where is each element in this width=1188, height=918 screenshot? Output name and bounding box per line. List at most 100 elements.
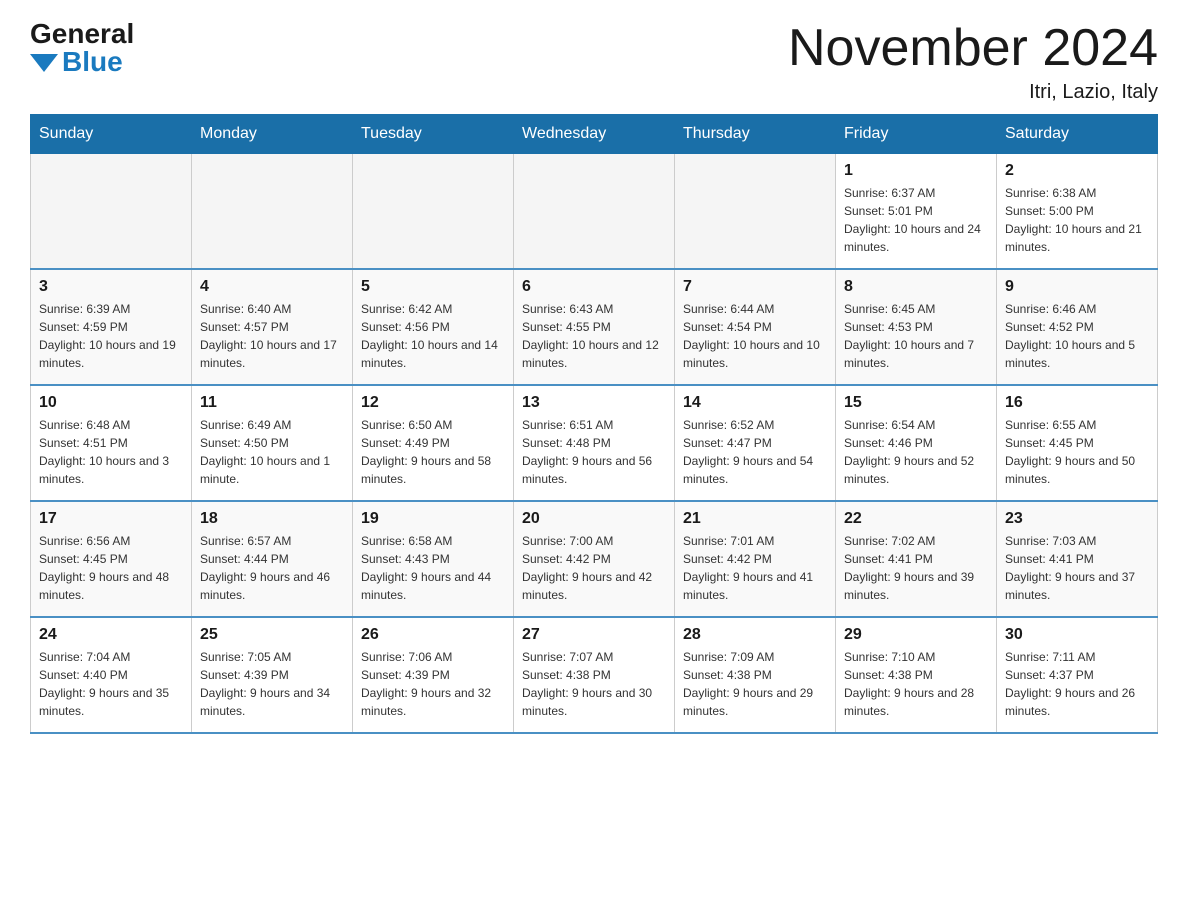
day-number: 13 [522, 394, 666, 412]
calendar-day-cell: 16Sunrise: 6:55 AM Sunset: 4:45 PM Dayli… [997, 385, 1158, 501]
day-info: Sunrise: 6:50 AM Sunset: 4:49 PM Dayligh… [361, 416, 505, 488]
day-number: 2 [1005, 162, 1149, 180]
day-info: Sunrise: 7:07 AM Sunset: 4:38 PM Dayligh… [522, 648, 666, 720]
day-info: Sunrise: 6:58 AM Sunset: 4:43 PM Dayligh… [361, 532, 505, 604]
day-info: Sunrise: 6:37 AM Sunset: 5:01 PM Dayligh… [844, 184, 988, 256]
logo: General Blue [30, 20, 134, 76]
weekday-header-row: SundayMondayTuesdayWednesdayThursdayFrid… [31, 115, 1158, 154]
day-info: Sunrise: 6:57 AM Sunset: 4:44 PM Dayligh… [200, 532, 344, 604]
day-info: Sunrise: 6:52 AM Sunset: 4:47 PM Dayligh… [683, 416, 827, 488]
weekday-header-thursday: Thursday [675, 115, 836, 154]
day-number: 28 [683, 626, 827, 644]
calendar-day-cell [675, 154, 836, 270]
day-info: Sunrise: 7:01 AM Sunset: 4:42 PM Dayligh… [683, 532, 827, 604]
day-info: Sunrise: 7:03 AM Sunset: 4:41 PM Dayligh… [1005, 532, 1149, 604]
calendar-day-cell [31, 154, 192, 270]
calendar-day-cell: 2 Sunrise: 6:38 AM Sunset: 5:00 PM Daylig… [997, 154, 1158, 270]
day-number: 29 [844, 626, 988, 644]
calendar-day-cell: 6 Sunrise: 6:43 AM Sunset: 4:55 PM Daylig… [514, 269, 675, 385]
calendar-day-cell: 9 Sunrise: 6:46 AM Sunset: 4:52 PM Daylig… [997, 269, 1158, 385]
day-number: 8 [844, 278, 988, 296]
calendar-day-cell: 25 Sunrise: 7:05 AM Sunset: 4:39 PM Dayli… [192, 617, 353, 733]
weekday-header-sunday: Sunday [31, 115, 192, 154]
calendar-day-cell: 21 Sunrise: 7:01 AM Sunset: 4:42 PM Dayli… [675, 501, 836, 617]
calendar-day-cell: 13 Sunrise: 6:51 AM Sunset: 4:48 PM Dayli… [514, 385, 675, 501]
logo-arrow-icon [30, 54, 58, 72]
day-number: 3 [39, 278, 183, 296]
calendar-day-cell: 1Sunrise: 6:37 AM Sunset: 5:01 PM Daylig… [836, 154, 997, 270]
day-number: 9 [1005, 278, 1149, 296]
day-number: 19 [361, 510, 505, 528]
day-info: Sunrise: 7:09 AM Sunset: 4:38 PM Dayligh… [683, 648, 827, 720]
calendar-day-cell: 22 Sunrise: 7:02 AM Sunset: 4:41 PM Dayli… [836, 501, 997, 617]
logo-general-text: General [30, 20, 134, 48]
day-info: Sunrise: 7:02 AM Sunset: 4:41 PM Dayligh… [844, 532, 988, 604]
calendar-week-row: 10Sunrise: 6:48 AM Sunset: 4:51 PM Dayli… [31, 385, 1158, 501]
day-number: 15 [844, 394, 988, 412]
calendar-day-cell [353, 154, 514, 270]
day-info: Sunrise: 6:44 AM Sunset: 4:54 PM Dayligh… [683, 300, 827, 372]
calendar-day-cell: 30 Sunrise: 7:11 AM Sunset: 4:37 PM Dayli… [997, 617, 1158, 733]
day-number: 24 [39, 626, 183, 644]
day-info: Sunrise: 6:49 AM Sunset: 4:50 PM Dayligh… [200, 416, 344, 488]
calendar-subtitle: Itri, Lazio, Italy [788, 81, 1158, 104]
day-info: Sunrise: 6:40 AM Sunset: 4:57 PM Dayligh… [200, 300, 344, 372]
day-info: Sunrise: 6:39 AM Sunset: 4:59 PM Dayligh… [39, 300, 183, 372]
weekday-header-wednesday: Wednesday [514, 115, 675, 154]
day-info: Sunrise: 7:11 AM Sunset: 4:37 PM Dayligh… [1005, 648, 1149, 720]
calendar-day-cell: 19 Sunrise: 6:58 AM Sunset: 4:43 PM Dayli… [353, 501, 514, 617]
calendar-day-cell: 26 Sunrise: 7:06 AM Sunset: 4:39 PM Dayli… [353, 617, 514, 733]
calendar-day-cell: 11 Sunrise: 6:49 AM Sunset: 4:50 PM Dayli… [192, 385, 353, 501]
day-info: Sunrise: 6:45 AM Sunset: 4:53 PM Dayligh… [844, 300, 988, 372]
day-number: 12 [361, 394, 505, 412]
day-info: Sunrise: 7:06 AM Sunset: 4:39 PM Dayligh… [361, 648, 505, 720]
day-number: 23 [1005, 510, 1149, 528]
day-number: 6 [522, 278, 666, 296]
calendar-day-cell: 14 Sunrise: 6:52 AM Sunset: 4:47 PM Dayli… [675, 385, 836, 501]
day-info: Sunrise: 6:55 AM Sunset: 4:45 PM Dayligh… [1005, 416, 1149, 488]
day-number: 11 [200, 394, 344, 412]
day-number: 21 [683, 510, 827, 528]
calendar-day-cell: 8 Sunrise: 6:45 AM Sunset: 4:53 PM Daylig… [836, 269, 997, 385]
day-number: 27 [522, 626, 666, 644]
day-number: 17 [39, 510, 183, 528]
day-info: Sunrise: 7:00 AM Sunset: 4:42 PM Dayligh… [522, 532, 666, 604]
calendar-day-cell: 7 Sunrise: 6:44 AM Sunset: 4:54 PM Daylig… [675, 269, 836, 385]
calendar-day-cell: 20 Sunrise: 7:00 AM Sunset: 4:42 PM Dayli… [514, 501, 675, 617]
day-number: 14 [683, 394, 827, 412]
calendar-week-row: 3 Sunrise: 6:39 AM Sunset: 4:59 PM Daylig… [31, 269, 1158, 385]
day-number: 22 [844, 510, 988, 528]
calendar-day-cell: 24 Sunrise: 7:04 AM Sunset: 4:40 PM Dayli… [31, 617, 192, 733]
day-number: 7 [683, 278, 827, 296]
day-number: 4 [200, 278, 344, 296]
calendar-day-cell: 27 Sunrise: 7:07 AM Sunset: 4:38 PM Dayli… [514, 617, 675, 733]
weekday-header-saturday: Saturday [997, 115, 1158, 154]
page-header: General Blue November 2024 Itri, Lazio, … [30, 20, 1158, 104]
day-info: Sunrise: 7:05 AM Sunset: 4:39 PM Dayligh… [200, 648, 344, 720]
day-info: Sunrise: 6:54 AM Sunset: 4:46 PM Dayligh… [844, 416, 988, 488]
title-area: November 2024 Itri, Lazio, Italy [788, 20, 1158, 104]
day-number: 10 [39, 394, 183, 412]
day-number: 30 [1005, 626, 1149, 644]
logo-blue-text: Blue [62, 48, 123, 76]
weekday-header-monday: Monday [192, 115, 353, 154]
day-info: Sunrise: 6:46 AM Sunset: 4:52 PM Dayligh… [1005, 300, 1149, 372]
calendar-day-cell: 18 Sunrise: 6:57 AM Sunset: 4:44 PM Dayli… [192, 501, 353, 617]
day-number: 20 [522, 510, 666, 528]
day-info: Sunrise: 6:56 AM Sunset: 4:45 PM Dayligh… [39, 532, 183, 604]
calendar-day-cell [192, 154, 353, 270]
day-info: Sunrise: 6:38 AM Sunset: 5:00 PM Dayligh… [1005, 184, 1149, 256]
day-info: Sunrise: 6:43 AM Sunset: 4:55 PM Dayligh… [522, 300, 666, 372]
day-info: Sunrise: 7:10 AM Sunset: 4:38 PM Dayligh… [844, 648, 988, 720]
day-info: Sunrise: 6:51 AM Sunset: 4:48 PM Dayligh… [522, 416, 666, 488]
calendar-day-cell: 28 Sunrise: 7:09 AM Sunset: 4:38 PM Dayli… [675, 617, 836, 733]
calendar-day-cell: 3 Sunrise: 6:39 AM Sunset: 4:59 PM Daylig… [31, 269, 192, 385]
weekday-header-friday: Friday [836, 115, 997, 154]
calendar-day-cell: 5Sunrise: 6:42 AM Sunset: 4:56 PM Daylig… [353, 269, 514, 385]
day-number: 26 [361, 626, 505, 644]
day-number: 25 [200, 626, 344, 644]
day-number: 18 [200, 510, 344, 528]
day-info: Sunrise: 7:04 AM Sunset: 4:40 PM Dayligh… [39, 648, 183, 720]
weekday-header-tuesday: Tuesday [353, 115, 514, 154]
calendar-day-cell: 10Sunrise: 6:48 AM Sunset: 4:51 PM Dayli… [31, 385, 192, 501]
